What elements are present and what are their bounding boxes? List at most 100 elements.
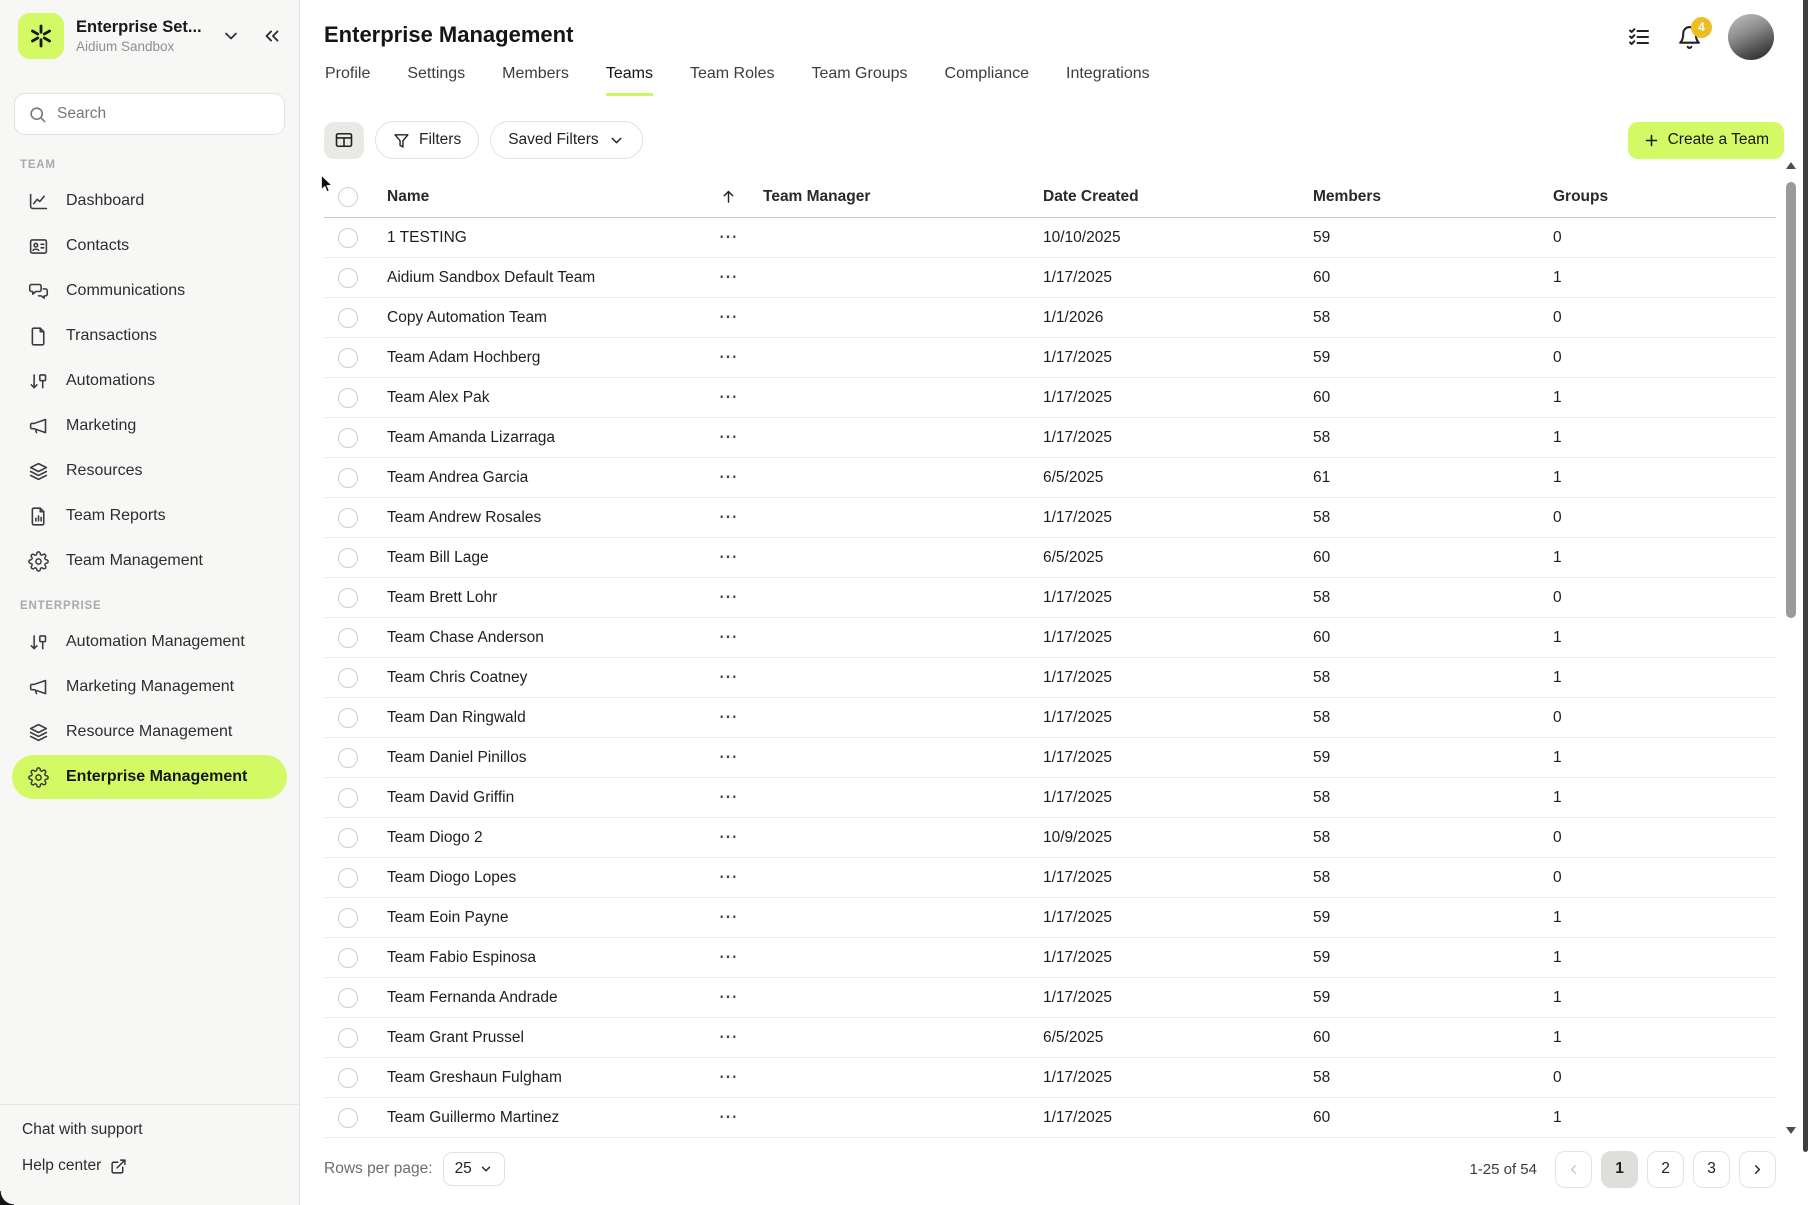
- create-team-button[interactable]: Create a Team: [1628, 122, 1784, 159]
- table-row[interactable]: Team Brett Lohr ⋯ 1/17/2025 58 0: [324, 578, 1776, 618]
- column-header-groups[interactable]: Groups: [1538, 188, 1776, 206]
- column-header-date[interactable]: Date Created: [1028, 188, 1298, 206]
- row-checkbox[interactable]: [338, 908, 358, 928]
- table-row[interactable]: Team Andrew Rosales ⋯ 1/17/2025 58 0: [324, 498, 1776, 538]
- sidebar-item[interactable]: Automations: [12, 359, 287, 403]
- row-checkbox[interactable]: [338, 348, 358, 368]
- row-checkbox[interactable]: [338, 588, 358, 608]
- sidebar-item[interactable]: Transactions: [12, 314, 287, 358]
- next-page-button[interactable]: [1739, 1151, 1776, 1188]
- row-menu-icon[interactable]: ⋯: [719, 473, 738, 483]
- column-header-manager[interactable]: Team Manager: [748, 188, 1028, 206]
- column-header-name[interactable]: Name: [372, 188, 708, 206]
- scroll-down-arrow-icon[interactable]: [1786, 1127, 1796, 1134]
- table-row[interactable]: Team Chris Coatney ⋯ 1/17/2025 58 1: [324, 658, 1776, 698]
- search-input[interactable]: [57, 105, 271, 123]
- table-row[interactable]: 1 TESTING ⋯ 10/10/2025 59 0: [324, 218, 1776, 258]
- row-menu-icon[interactable]: ⋯: [719, 873, 738, 883]
- tab[interactable]: Members: [502, 65, 569, 96]
- row-menu-icon[interactable]: ⋯: [719, 633, 738, 643]
- table-row[interactable]: Team Adam Hochberg ⋯ 1/17/2025 59 0: [324, 338, 1776, 378]
- tab[interactable]: Profile: [325, 65, 370, 96]
- collapse-sidebar-icon[interactable]: [261, 25, 283, 47]
- row-menu-icon[interactable]: ⋯: [719, 753, 738, 763]
- tab[interactable]: Team Roles: [690, 65, 774, 96]
- row-checkbox[interactable]: [338, 788, 358, 808]
- row-menu-icon[interactable]: ⋯: [719, 793, 738, 803]
- row-menu-icon[interactable]: ⋯: [719, 513, 738, 523]
- help-center-link[interactable]: Help center: [22, 1157, 277, 1175]
- table-row[interactable]: Team Eoin Payne ⋯ 1/17/2025 59 1: [324, 898, 1776, 938]
- row-menu-icon[interactable]: ⋯: [719, 313, 738, 323]
- table-row[interactable]: Team Fabio Espinosa ⋯ 1/17/2025 59 1: [324, 938, 1776, 978]
- row-checkbox[interactable]: [338, 1028, 358, 1048]
- row-checkbox[interactable]: [338, 828, 358, 848]
- sidebar-item[interactable]: Team Management: [12, 539, 287, 583]
- tasks-list-icon[interactable]: [1627, 25, 1651, 49]
- row-checkbox[interactable]: [338, 228, 358, 248]
- row-menu-icon[interactable]: ⋯: [719, 233, 738, 243]
- previous-page-button[interactable]: [1555, 1151, 1592, 1188]
- tab[interactable]: Teams: [606, 65, 653, 96]
- search-input-wrap[interactable]: [14, 93, 285, 135]
- row-checkbox[interactable]: [338, 388, 358, 408]
- table-row[interactable]: Team Guillermo Martinez ⋯ 1/17/2025 60 1: [324, 1098, 1776, 1138]
- row-menu-icon[interactable]: ⋯: [719, 913, 738, 923]
- table-view-icon[interactable]: [324, 122, 364, 159]
- tab[interactable]: Integrations: [1066, 65, 1150, 96]
- row-menu-icon[interactable]: ⋯: [719, 833, 738, 843]
- chat-with-support-link[interactable]: Chat with support: [22, 1121, 277, 1139]
- page-number-button[interactable]: 1: [1601, 1151, 1638, 1188]
- row-menu-icon[interactable]: ⋯: [719, 713, 738, 723]
- row-checkbox[interactable]: [338, 428, 358, 448]
- vertical-scrollbar[interactable]: [1784, 158, 1798, 1138]
- row-menu-icon[interactable]: ⋯: [719, 1113, 738, 1123]
- workspace-switcher[interactable]: Enterprise Set... Aidium Sandbox: [0, 0, 299, 67]
- row-menu-icon[interactable]: ⋯: [719, 1033, 738, 1043]
- table-row[interactable]: Team Daniel Pinillos ⋯ 1/17/2025 59 1: [324, 738, 1776, 778]
- chevron-down-icon[interactable]: [221, 26, 241, 46]
- row-checkbox[interactable]: [338, 988, 358, 1008]
- sidebar-item[interactable]: Marketing Management: [12, 665, 287, 709]
- row-menu-icon[interactable]: ⋯: [719, 553, 738, 563]
- row-checkbox[interactable]: [338, 1068, 358, 1088]
- tab[interactable]: Compliance: [945, 65, 1029, 96]
- scroll-up-arrow-icon[interactable]: [1786, 162, 1796, 169]
- table-row[interactable]: Team Chase Anderson ⋯ 1/17/2025 60 1: [324, 618, 1776, 658]
- saved-filters-button[interactable]: Saved Filters: [490, 121, 642, 159]
- row-checkbox[interactable]: [338, 268, 358, 288]
- sidebar-item[interactable]: Communications: [12, 269, 287, 313]
- row-menu-icon[interactable]: ⋯: [719, 1073, 738, 1083]
- sidebar-item[interactable]: Team Reports: [12, 494, 287, 538]
- row-checkbox[interactable]: [338, 308, 358, 328]
- table-row[interactable]: Team Bill Lage ⋯ 6/5/2025 60 1: [324, 538, 1776, 578]
- row-checkbox[interactable]: [338, 1108, 358, 1128]
- notifications-bell-icon[interactable]: 4: [1677, 25, 1702, 50]
- table-row[interactable]: Team Diogo Lopes ⋯ 1/17/2025 58 0: [324, 858, 1776, 898]
- column-header-members[interactable]: Members: [1298, 188, 1538, 206]
- row-menu-icon[interactable]: ⋯: [719, 273, 738, 283]
- page-number-button[interactable]: 2: [1647, 1151, 1684, 1188]
- table-row[interactable]: Team Alex Pak ⋯ 1/17/2025 60 1: [324, 378, 1776, 418]
- sidebar-item[interactable]: Contacts: [12, 224, 287, 268]
- row-menu-icon[interactable]: ⋯: [719, 593, 738, 603]
- sidebar-item[interactable]: Enterprise Management: [12, 755, 287, 799]
- row-checkbox[interactable]: [338, 468, 358, 488]
- sidebar-item[interactable]: Dashboard: [12, 179, 287, 223]
- sidebar-item[interactable]: Marketing: [12, 404, 287, 448]
- row-menu-icon[interactable]: ⋯: [719, 433, 738, 443]
- row-checkbox[interactable]: [338, 668, 358, 688]
- table-row[interactable]: Team Andrea Garcia ⋯ 6/5/2025 61 1: [324, 458, 1776, 498]
- table-row[interactable]: Copy Automation Team ⋯ 1/1/2026 58 0: [324, 298, 1776, 338]
- table-row[interactable]: Team Diogo 2 ⋯ 10/9/2025 58 0: [324, 818, 1776, 858]
- row-menu-icon[interactable]: ⋯: [719, 673, 738, 683]
- row-checkbox[interactable]: [338, 748, 358, 768]
- row-menu-icon[interactable]: ⋯: [719, 993, 738, 1003]
- table-row[interactable]: Team Dan Ringwald ⋯ 1/17/2025 58 0: [324, 698, 1776, 738]
- sidebar-item[interactable]: Automation Management: [12, 620, 287, 664]
- select-all-checkbox[interactable]: [338, 187, 358, 207]
- table-row[interactable]: Team Greshaun Fulgham ⋯ 1/17/2025 58 0: [324, 1058, 1776, 1098]
- row-checkbox[interactable]: [338, 548, 358, 568]
- row-menu-icon[interactable]: ⋯: [719, 353, 738, 363]
- scrollbar-thumb[interactable]: [1786, 182, 1796, 618]
